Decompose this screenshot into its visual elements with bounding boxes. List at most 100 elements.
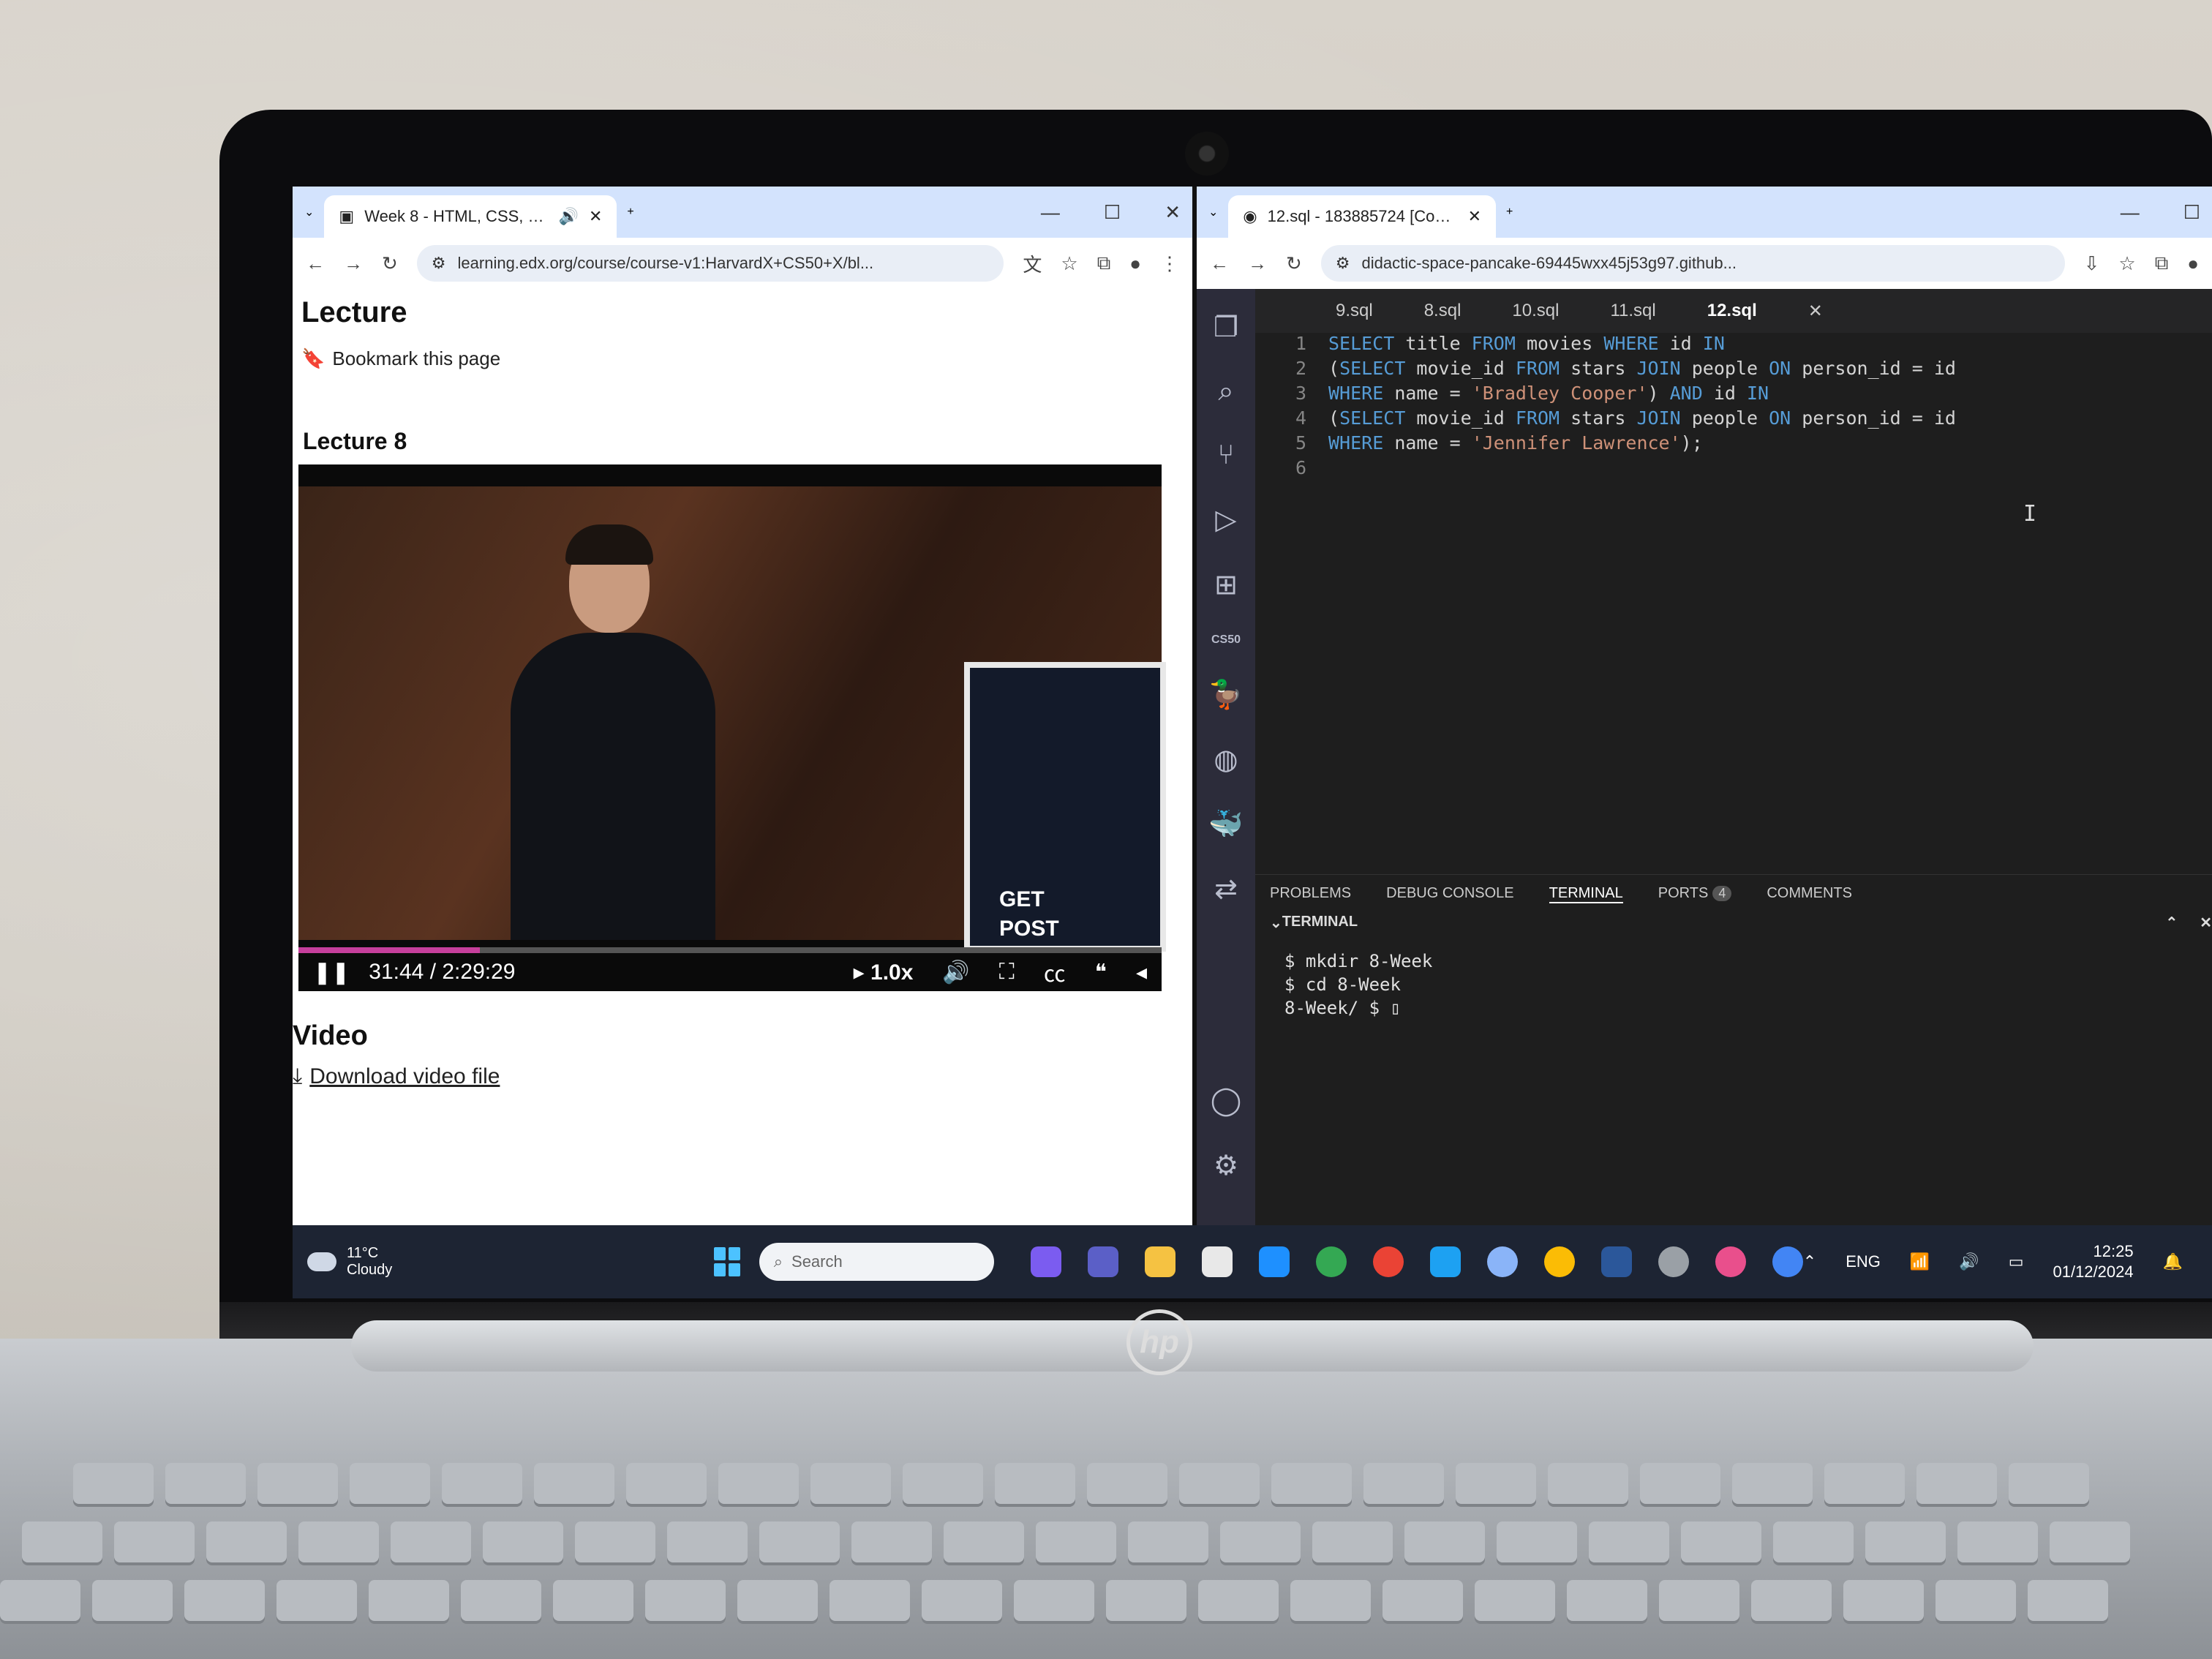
search-icon[interactable]: ⌕ [1218,376,1233,407]
notification-bell-icon[interactable]: 🔔 [2163,1252,2183,1271]
terminal-chevron-icon[interactable]: ⌄ [1270,914,1282,932]
extensions-view-icon[interactable]: ⊞ [1214,568,1238,601]
clock[interactable]: 12:25 01/12/2024 [2053,1241,2133,1282]
settings-gear-icon[interactable] [1658,1246,1689,1277]
remote-icon[interactable]: ⇄ [1214,873,1238,906]
fullscreen-icon[interactable]: ⛶ [999,960,1015,985]
azure-data-studio-icon[interactable] [1258,1246,1290,1277]
tray-chevron-icon[interactable]: ⌃ [1803,1252,1816,1271]
site-info-icon-right[interactable]: ⚙ [1336,254,1350,273]
video-player[interactable]: GET POST ❚❚ 31:44 / 2:29:29 ▸ 1.0x 🔊 ⛶ ㏄ [298,464,1166,991]
tab-comments[interactable]: COMMENTS [1767,885,1852,903]
video-progress-bar[interactable] [298,947,1162,953]
editor-tab[interactable]: 9.sql [1336,301,1373,321]
site-info-icon[interactable]: ⚙ [432,254,446,273]
code-editor[interactable]: 1 SELECT title FROM movies WHERE id IN 2… [1255,333,2212,874]
file-explorer-icon[interactable] [1144,1246,1175,1277]
panel-maximize-icon[interactable]: ⌃ [2165,914,2178,932]
volume-tray-icon[interactable]: 🔊 [1959,1252,1979,1271]
extensions-icon[interactable]: ⧉ [1097,252,1111,275]
forward-icon-right[interactable]: → [1248,252,1267,275]
duck-icon[interactable]: 🦆 [1208,679,1243,711]
key [1824,1463,1905,1504]
star-icon-right[interactable]: ☆ [2118,252,2135,275]
editor-tab[interactable]: 8.sql [1424,301,1462,321]
menu-icon[interactable]: ⋮ [1160,252,1179,275]
left-address-bar[interactable]: ⚙ learning.edx.org/course/course-v1:Harv… [416,245,1004,282]
tab-problems[interactable]: PROBLEMS [1270,885,1351,903]
wifi-icon[interactable]: 📶 [1910,1252,1930,1271]
teams-icon[interactable] [1087,1246,1118,1277]
right-window-controls: — ☐ [2121,201,2200,224]
back-icon[interactable]: ← [306,252,325,275]
profile-avatar-right[interactable]: ● [2187,252,2199,275]
collapse-arrow-icon[interactable]: ◂ [1136,960,1147,985]
download-video-link[interactable]: Download video file [309,1064,500,1089]
editor-tab[interactable]: 11.sql [1610,301,1655,321]
store-icon[interactable] [1201,1246,1233,1277]
forward-icon[interactable]: → [344,252,363,275]
reload-icon-right[interactable]: ↻ [1286,252,1302,275]
account-icon[interactable]: ◯ [1211,1084,1242,1117]
cs50-icon[interactable]: CS50 [1211,633,1241,647]
tab-search-icon[interactable]: ⌄ [304,205,314,219]
right-active-tab[interactable]: ◉ 12.sql - 183885724 [Codespace ✕ [1228,195,1497,238]
tab-debug-console[interactable]: DEBUG CONSOLE [1386,885,1513,903]
install-app-icon[interactable]: ⇩ [2084,252,2100,275]
tab-close-icon-right[interactable]: ✕ [1468,207,1481,226]
transcript-icon[interactable]: ❝ [1095,960,1107,985]
back-icon-right[interactable]: ← [1210,252,1229,275]
code-token: FROM [1515,358,1560,379]
github-icon[interactable]: ◍ [1214,743,1238,776]
star-icon[interactable]: ☆ [1061,252,1077,275]
taskbar-search[interactable]: ⌕ Search [759,1243,994,1281]
editor-tab[interactable]: 10.sql [1512,301,1559,321]
tab-search-icon-right[interactable]: ⌄ [1208,205,1218,219]
tab-terminal[interactable]: TERMINAL [1549,885,1623,903]
tab-audio-icon[interactable]: 🔊 [559,207,579,226]
run-debug-icon[interactable]: ▷ [1215,503,1236,536]
docker-icon[interactable]: 🐳 [1208,808,1243,840]
speed-button[interactable]: ▸ 1.0x [854,960,914,985]
left-active-tab[interactable]: ▣ Week 8 - HTML, CSS, JavaSc 🔊 ✕ [324,195,617,238]
new-tab-icon-right[interactable]: + [1506,206,1513,219]
chrome-profile-4-icon[interactable] [1715,1246,1746,1277]
maximize-icon-right[interactable]: ☐ [2183,201,2200,224]
chrome-active-icon[interactable] [1772,1246,1803,1277]
chrome-profile-2-icon[interactable] [1486,1246,1518,1277]
bookmark-link[interactable]: 🔖 Bookmark this page [301,347,500,370]
right-address-bar[interactable]: ⚙ didactic-space-pancake-69445wxx45j53g9… [1320,245,2065,282]
volume-icon[interactable]: 🔊 [942,960,969,985]
maximize-icon[interactable]: ☐ [1104,201,1121,224]
key [1548,1463,1628,1504]
editor-tab-active[interactable]: 12.sql [1707,301,1757,321]
chrome-icon[interactable] [1315,1246,1347,1277]
translate-icon[interactable]: 文 [1023,250,1042,277]
battery-icon[interactable]: ▭ [2009,1252,2024,1271]
reload-icon[interactable]: ↻ [382,252,398,275]
tab-ports[interactable]: PORTS 4 [1658,885,1732,903]
pause-icon[interactable]: ❚❚ [313,960,350,985]
minimize-icon[interactable]: — [1041,201,1060,224]
weather-widget[interactable]: 11°C Cloudy [307,1245,392,1279]
manage-gear-icon[interactable]: ⚙ [1214,1149,1238,1182]
panel-close-icon[interactable]: ✕ [2200,914,2212,932]
copilot-icon[interactable] [1030,1246,1061,1277]
skype-icon[interactable] [1429,1246,1461,1277]
minimize-icon-right[interactable]: — [2121,201,2140,224]
profile-avatar[interactable]: ● [1129,252,1141,275]
start-button-icon[interactable] [714,1247,740,1276]
captions-icon[interactable]: ㏄ [1044,956,1066,988]
close-window-icon[interactable]: ✕ [1165,201,1181,224]
source-control-icon[interactable]: ⑂ [1218,440,1235,471]
explorer-icon[interactable]: ❐ [1214,311,1238,344]
extensions-icon-right[interactable]: ⧉ [2155,252,2169,275]
tab-close-icon[interactable]: ✕ [589,207,602,226]
chrome-profile-3-icon[interactable] [1543,1246,1575,1277]
language-indicator[interactable]: ENG [1846,1252,1881,1271]
editor-tab-close-icon[interactable]: ✕ [1808,301,1823,322]
word-icon[interactable] [1600,1246,1632,1277]
terminal-output[interactable]: $ mkdir 8-Week $ cd 8-Week 8-Week/ $ ▯ [1284,949,2212,1020]
chrome-profile-icon[interactable] [1372,1246,1404,1277]
new-tab-icon[interactable]: + [627,206,633,219]
